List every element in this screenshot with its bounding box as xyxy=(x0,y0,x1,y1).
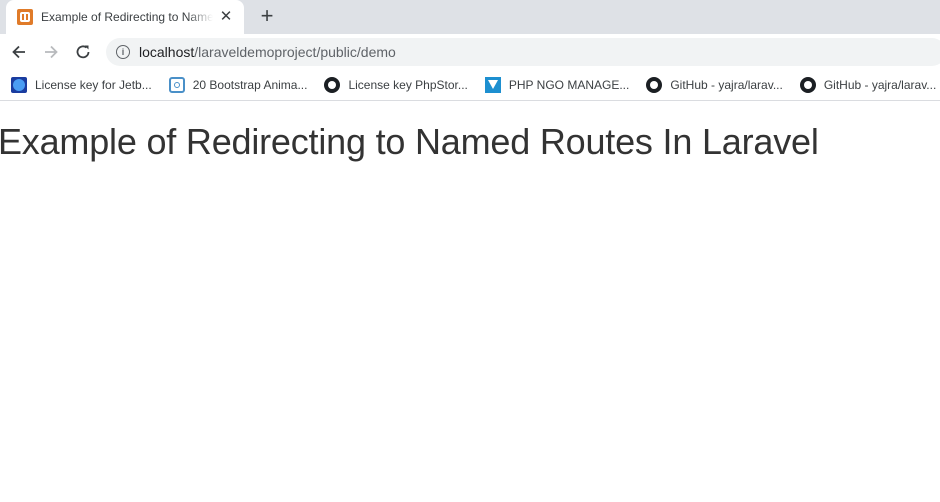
close-tab-icon[interactable]: ✕ xyxy=(218,9,234,25)
bookmark-label: PHP NGO MANAGE... xyxy=(508,78,630,92)
bookmark-item[interactable]: 20 Bootstrap Anima... xyxy=(168,77,308,93)
bootstrap-icon xyxy=(168,77,185,93)
bookmark-item[interactable]: PHP NGO MANAGE... xyxy=(484,77,630,93)
bookmark-item[interactable]: GitHub - yajra/larav... xyxy=(799,77,937,93)
url-text[interactable]: localhost/laraveldemoproject/public/demo xyxy=(139,44,396,60)
tab-title: Example of Redirecting to Named Routes I… xyxy=(41,10,213,24)
ngo-icon xyxy=(484,77,501,93)
page-heading: Example of Redirecting to Named Routes I… xyxy=(0,121,819,162)
jetbrains-icon xyxy=(11,77,27,93)
github-icon xyxy=(646,77,663,93)
reload-button[interactable] xyxy=(71,40,95,64)
bookmark-label: GitHub - yajra/larav... xyxy=(823,78,937,92)
bookmark-label: License key for Jetb... xyxy=(35,78,152,92)
new-tab-button[interactable]: + xyxy=(257,5,277,27)
address-bar[interactable]: i localhost/laraveldemoproject/public/de… xyxy=(106,38,940,66)
github-icon xyxy=(799,77,816,93)
xampp-icon xyxy=(17,9,33,25)
forward-button[interactable] xyxy=(39,40,63,64)
browser-tab-active[interactable]: Example of Redirecting to Named Routes I… xyxy=(6,0,244,34)
bookmark-label: 20 Bootstrap Anima... xyxy=(192,78,308,92)
bookmarks-bar: License key for Jetb... 20 Bootstrap Ani… xyxy=(0,70,940,101)
info-icon[interactable]: i xyxy=(116,45,130,59)
bookmark-label: License key PhpStor... xyxy=(348,78,468,92)
arrow-left-icon xyxy=(12,45,25,59)
reload-icon xyxy=(76,45,90,59)
bookmark-item[interactable]: License key for Jetb... xyxy=(11,77,152,93)
browser-toolbar: i localhost/laraveldemoproject/public/de… xyxy=(0,34,940,70)
bookmark-label: GitHub - yajra/larav... xyxy=(670,78,783,92)
url-path: /laraveldemoproject/public/demo xyxy=(194,44,396,60)
url-host: localhost xyxy=(139,44,195,60)
github-icon xyxy=(324,77,341,93)
bookmark-item[interactable]: GitHub - yajra/larav... xyxy=(646,77,783,93)
bookmark-item[interactable]: License key PhpStor... xyxy=(324,77,468,93)
arrow-right-icon xyxy=(45,45,58,59)
back-button[interactable] xyxy=(7,40,31,64)
page-content: Example of Redirecting to Named Routes I… xyxy=(0,102,940,502)
tab-strip: Example of Redirecting to Named Routes I… xyxy=(0,0,940,34)
